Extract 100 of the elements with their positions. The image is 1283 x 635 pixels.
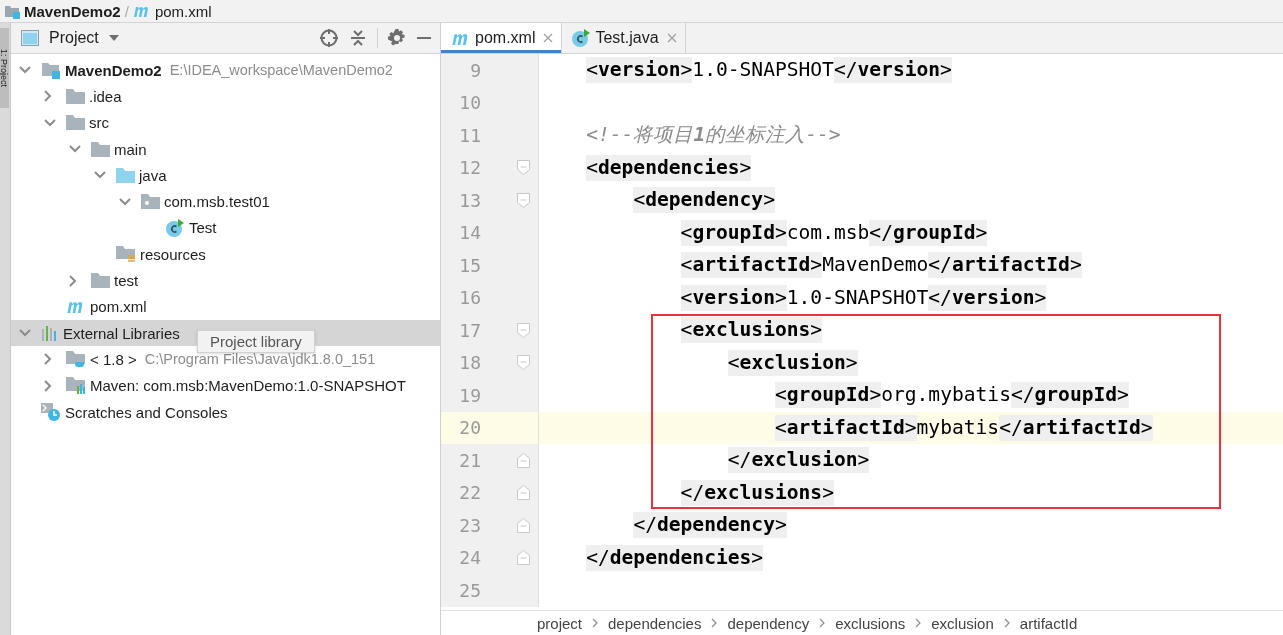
jdk-folder-icon — [66, 350, 86, 368]
xml-tag: <dependencies> — [586, 154, 752, 181]
fold-marker-icon[interactable] — [516, 355, 530, 371]
chevron-right-icon[interactable] — [44, 90, 52, 103]
tag-value: 1.0-SNAPSHOT — [786, 284, 929, 311]
tree-label: Scratches and Consoles — [65, 403, 228, 421]
xml-tag: <groupId> — [680, 219, 787, 246]
tree-row[interactable]: main — [11, 135, 440, 163]
tree-row[interactable]: .idea — [11, 83, 440, 110]
folder-icon — [66, 88, 85, 104]
tree-row[interactable]: com.msb.test01 — [11, 188, 440, 215]
xml-tag: <artifactId> — [680, 252, 823, 279]
close-icon[interactable] — [666, 33, 677, 43]
fold-marker-icon[interactable] — [516, 160, 530, 176]
xml-tag: </artifactId> — [999, 414, 1153, 441]
tree-path: C:\Program Files\Java\jdk1.8.0_151 — [144, 351, 376, 368]
line-number: 19 — [458, 384, 481, 406]
tree-row[interactable]: MavenDemo2 E:\IDEA_workspace\MavenDemo2 — [11, 57, 440, 84]
tree-label: MavenDemo2 — [65, 61, 162, 79]
xml-tag: <groupId> — [775, 382, 882, 409]
tree-label: < 1.8 > — [90, 350, 137, 368]
chevron-down-icon[interactable] — [119, 197, 131, 206]
breadcrumb[interactable]: artifactId — [1019, 614, 1078, 632]
tree-row[interactable]: resources — [11, 241, 440, 268]
tooltip: Project library — [197, 330, 315, 353]
line-number: 10 — [458, 92, 481, 114]
chevron-down-icon[interactable] — [19, 329, 31, 338]
tree-label: resources — [140, 245, 206, 263]
line-number: 12 — [458, 157, 481, 179]
fold-marker-icon[interactable] — [516, 485, 530, 501]
chevron-right-icon — [819, 618, 826, 628]
chevron-down-icon[interactable] — [44, 118, 56, 127]
scratches-icon — [41, 402, 61, 422]
editor-tab[interactable]: Test.java — [562, 23, 686, 53]
tree-path: E:\IDEA_workspace\MavenDemo2 — [169, 62, 393, 79]
breadcrumb[interactable]: exclusion — [931, 614, 994, 632]
line-number: 15 — [458, 254, 481, 276]
close-icon[interactable] — [543, 33, 554, 43]
project-view-dropdown[interactable]: Project — [49, 29, 119, 47]
xml-tag: <exclusion> — [727, 349, 858, 376]
fold-marker-icon[interactable] — [516, 452, 530, 468]
line-number: 17 — [458, 319, 481, 341]
line-number: 11 — [458, 124, 481, 146]
chevron-down-icon[interactable] — [94, 171, 106, 180]
package-icon — [141, 194, 160, 210]
xml-tag: </artifactId> — [928, 252, 1082, 279]
tree-row[interactable]: src — [11, 109, 440, 136]
tab-label: pom.xml — [475, 29, 536, 47]
breadcrumb[interactable]: project — [537, 614, 583, 632]
tag-value: mybatis — [916, 414, 1000, 441]
xml-tag: <version> — [586, 57, 693, 84]
nav-project[interactable]: MavenDemo2 — [24, 2, 121, 20]
breadcrumb[interactable]: dependencies — [608, 614, 702, 632]
chevron-right-icon — [915, 618, 922, 628]
line-number: 18 — [458, 352, 481, 374]
nav-separator: / — [124, 2, 129, 20]
xml-tag: <artifactId> — [775, 414, 917, 441]
chevron-right-icon[interactable] — [69, 274, 77, 287]
collapse-icon[interactable] — [349, 29, 367, 47]
xml-tag: </dependencies> — [586, 544, 764, 571]
xml-tag: </groupId> — [1010, 382, 1129, 409]
breadcrumb[interactable]: dependency — [727, 614, 810, 632]
editor-tab[interactable]: pom.xml — [441, 23, 563, 53]
xml-tag: </dependency> — [633, 512, 787, 539]
line-number: 21 — [458, 449, 481, 471]
chevron-right-icon — [1003, 618, 1010, 628]
folder-icon — [91, 273, 110, 288]
settings-icon[interactable] — [388, 29, 406, 47]
library-icon — [41, 325, 59, 342]
tree-row[interactable]: java — [11, 162, 440, 189]
breadcrumb[interactable]: exclusions — [835, 614, 906, 632]
maven-icon — [132, 4, 151, 18]
chevron-down-icon[interactable] — [69, 145, 81, 154]
fold-marker-icon[interactable] — [516, 192, 530, 208]
line-number: 14 — [458, 222, 481, 244]
fold-marker-icon[interactable] — [516, 550, 530, 566]
tree-label: java — [139, 166, 167, 184]
chevron-right-icon[interactable] — [44, 379, 52, 392]
tree-label: src — [89, 114, 109, 132]
locate-icon[interactable] — [319, 28, 339, 48]
tree-label: Test — [189, 219, 217, 237]
tree-label: External Libraries — [63, 324, 180, 342]
library-folder-icon — [66, 377, 86, 395]
tree-row[interactable]: Test — [11, 214, 440, 242]
fold-marker-icon[interactable] — [516, 322, 530, 338]
tree-row[interactable]: Scratches and Consoles — [11, 398, 440, 426]
tree-row[interactable]: Maven: com.msb:MavenDemo:1.0-SNAPSHOT — [11, 372, 440, 399]
chevron-down-icon[interactable] — [19, 66, 31, 75]
caret-icon — [108, 35, 119, 41]
nav-file[interactable]: pom.xml — [154, 2, 212, 20]
fold-marker-icon[interactable] — [516, 517, 530, 533]
chevron-right-icon[interactable] — [44, 353, 52, 366]
tree-row[interactable]: test — [11, 267, 440, 294]
tree-label: com.msb.test01 — [164, 193, 270, 211]
tree-row[interactable]: pom.xml — [11, 293, 440, 320]
line-number: 13 — [458, 189, 481, 211]
xml-tag: <exclusions> — [680, 317, 823, 344]
folder-icon — [66, 115, 85, 131]
xml-tag: </groupId> — [869, 219, 988, 246]
project-tool-button[interactable]: 1: Project — [0, 28, 9, 108]
